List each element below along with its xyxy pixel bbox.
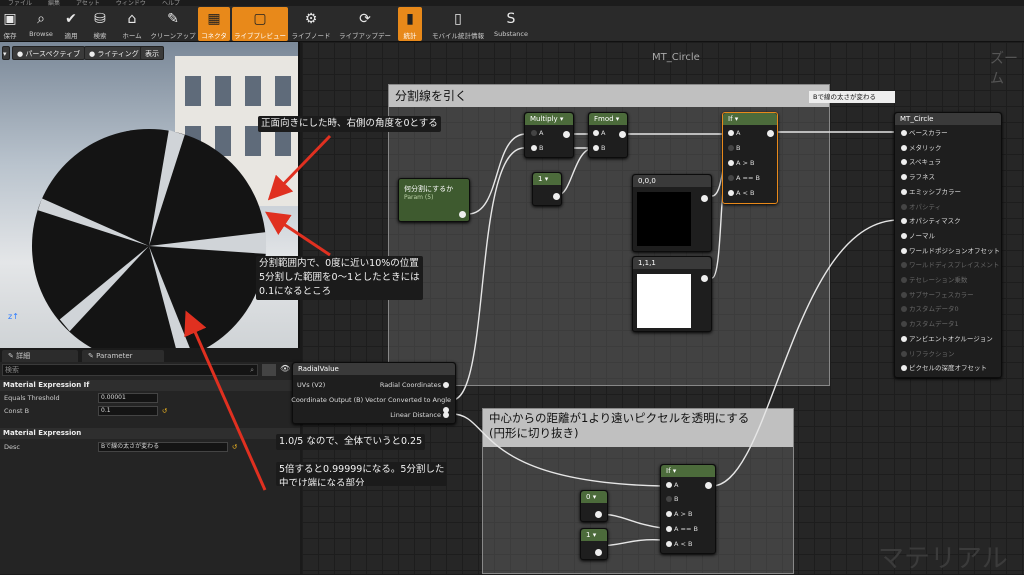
annotation-note-2: 分割範囲内で、0度に近い10%の位置 5分割した範囲を0〜1としたときには 0.… — [256, 256, 423, 300]
annotation-arrows — [184, 134, 332, 491]
annotation-note-4: 5倍すると0.99999になる。5分割した 中でけ端になる部分 — [276, 462, 448, 486]
annotation-note-3: 1.0/5 なので、全体でいうと0.25 — [276, 434, 426, 450]
annotation-note-1: 正面向きにした時、右側の角度を0とする — [258, 116, 441, 132]
